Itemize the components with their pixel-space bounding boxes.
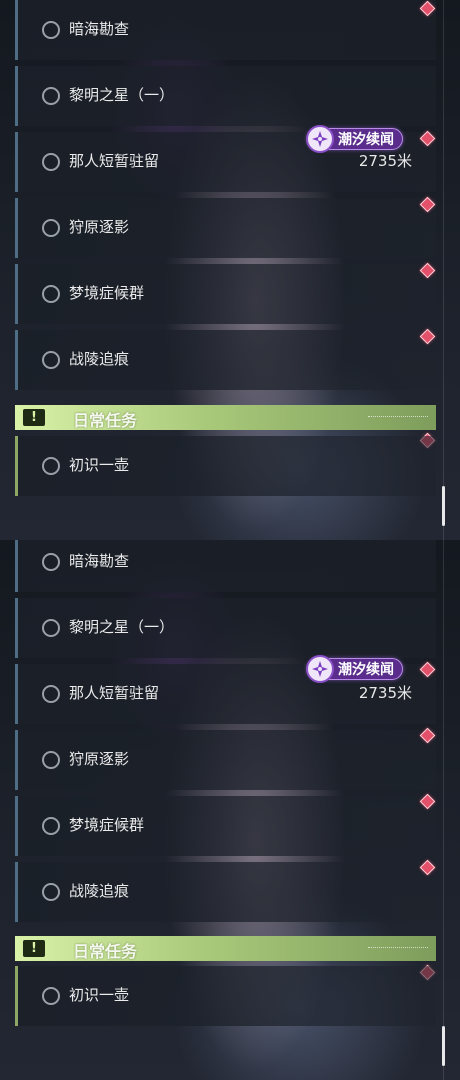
quest-status-circle-icon (42, 751, 60, 769)
quest-distance: 2735米 (358, 152, 412, 170)
quest-title: 狩原逐影 (69, 750, 130, 768)
scrollbar-thumb[interactable] (442, 1026, 445, 1066)
quest-item[interactable]: 梦境症候群 (15, 796, 436, 856)
scrollbar-thumb[interactable] (442, 486, 445, 526)
quest-item[interactable]: 暗海勘查 (15, 0, 436, 60)
quest-item[interactable]: 黎明之星（一） (15, 66, 436, 126)
daily-tasks-header[interactable]: ! 日常任务 (15, 405, 436, 430)
quest-status-circle-icon (42, 685, 60, 703)
badge-label: 潮汐续闻 (338, 132, 394, 148)
quest-status-circle-icon (42, 553, 60, 571)
scroll-track (443, 540, 444, 1080)
tidal-story-badge: 潮汐续闻 (306, 125, 403, 153)
quest-status-circle-icon (42, 87, 60, 105)
quest-item[interactable]: 狩原逐影 (15, 730, 436, 790)
quest-item[interactable]: 梦境症候群 (15, 264, 436, 324)
exclamation-icon: ! (23, 409, 45, 426)
quest-list-panel: 暗海勘查 黎明之星（一） 那人短暂驻留 2735米 狩原逐影 梦境症候群 战陵追… (0, 0, 460, 540)
tidal-story-icon (306, 655, 334, 683)
quest-title: 战陵追痕 (69, 882, 130, 900)
quest-title: 黎明之星（一） (69, 86, 175, 104)
quest-status-circle-icon (42, 21, 60, 39)
quest-status-circle-icon (42, 351, 60, 369)
quest-title: 初识一壶 (69, 456, 130, 474)
badge-label: 潮汐续闻 (338, 662, 394, 678)
quest-status-circle-icon (42, 153, 60, 171)
daily-quest-item[interactable]: 初识一壶 (15, 966, 436, 1026)
quest-title: 梦境症候群 (69, 284, 145, 302)
quest-title: 暗海勘查 (69, 20, 130, 38)
tidal-story-icon (306, 125, 334, 153)
quest-title: 战陵追痕 (69, 350, 130, 368)
quest-status-circle-icon (42, 457, 60, 475)
quest-item[interactable]: 暗海勘查 (15, 540, 436, 592)
daily-tasks-header[interactable]: ! 日常任务 (15, 936, 436, 961)
quest-item[interactable]: 黎明之星（一） (15, 598, 436, 658)
quest-title: 初识一壶 (69, 986, 130, 1004)
tidal-story-badge: 潮汐续闻 (306, 655, 403, 683)
quest-item[interactable]: 战陵追痕 (15, 862, 436, 922)
quest-item[interactable]: 狩原逐影 (15, 198, 436, 258)
quest-status-circle-icon (42, 219, 60, 237)
header-decoration (368, 947, 428, 951)
quest-status-circle-icon (42, 619, 60, 637)
quest-title: 狩原逐影 (69, 218, 130, 236)
section-title: 日常任务 (73, 942, 138, 961)
quest-status-circle-icon (42, 883, 60, 901)
quest-title: 那人短暂驻留 (69, 684, 160, 702)
quest-item[interactable]: 战陵追痕 (15, 330, 436, 390)
scroll-track (443, 0, 444, 540)
quest-title: 梦境症候群 (69, 816, 145, 834)
header-decoration (368, 416, 428, 420)
quest-status-circle-icon (42, 285, 60, 303)
quest-title: 黎明之星（一） (69, 618, 175, 636)
quest-title: 那人短暂驻留 (69, 152, 160, 170)
daily-quest-item[interactable]: 初识一壶 (15, 436, 436, 496)
quest-status-circle-icon (42, 987, 60, 1005)
quest-title: 暗海勘查 (69, 552, 130, 570)
exclamation-icon: ! (23, 940, 45, 957)
quest-status-circle-icon (42, 817, 60, 835)
quest-list-panel: 暗海勘查 黎明之星（一） 那人短暂驻留 2735米 狩原逐影 梦境症候群 战陵追… (0, 540, 460, 1080)
section-title: 日常任务 (73, 411, 138, 430)
quest-distance: 2735米 (358, 684, 412, 702)
